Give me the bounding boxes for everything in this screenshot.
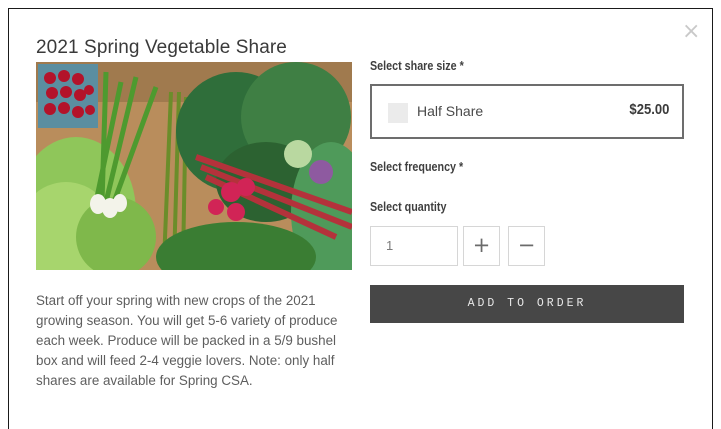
product-description: Start off your spring with new crops of … xyxy=(36,293,338,388)
decrement-button[interactable]: − xyxy=(508,226,545,266)
product-title: 2021 Spring Vegetable Share xyxy=(36,37,287,58)
close-icon[interactable]: × xyxy=(682,21,700,43)
share-option-name: Half Share xyxy=(417,103,484,119)
quantity-label: Select quantity xyxy=(370,200,447,214)
share-size-label: Select share size * xyxy=(370,59,464,73)
frequency-label: Select frequency * xyxy=(370,160,464,174)
product-photo xyxy=(36,62,352,270)
share-option-half[interactable]: Half Share $25.00 xyxy=(370,84,684,139)
quantity-input[interactable]: 1 xyxy=(370,226,458,266)
share-option-checkbox[interactable] xyxy=(388,103,408,123)
add-to-order-button[interactable]: ADD TO ORDER xyxy=(370,285,684,323)
increment-button[interactable]: + xyxy=(463,226,500,266)
share-option-price: $25.00 xyxy=(629,102,669,118)
product-modal: × 2021 Spring Vegetable Share Start off … xyxy=(8,8,713,429)
